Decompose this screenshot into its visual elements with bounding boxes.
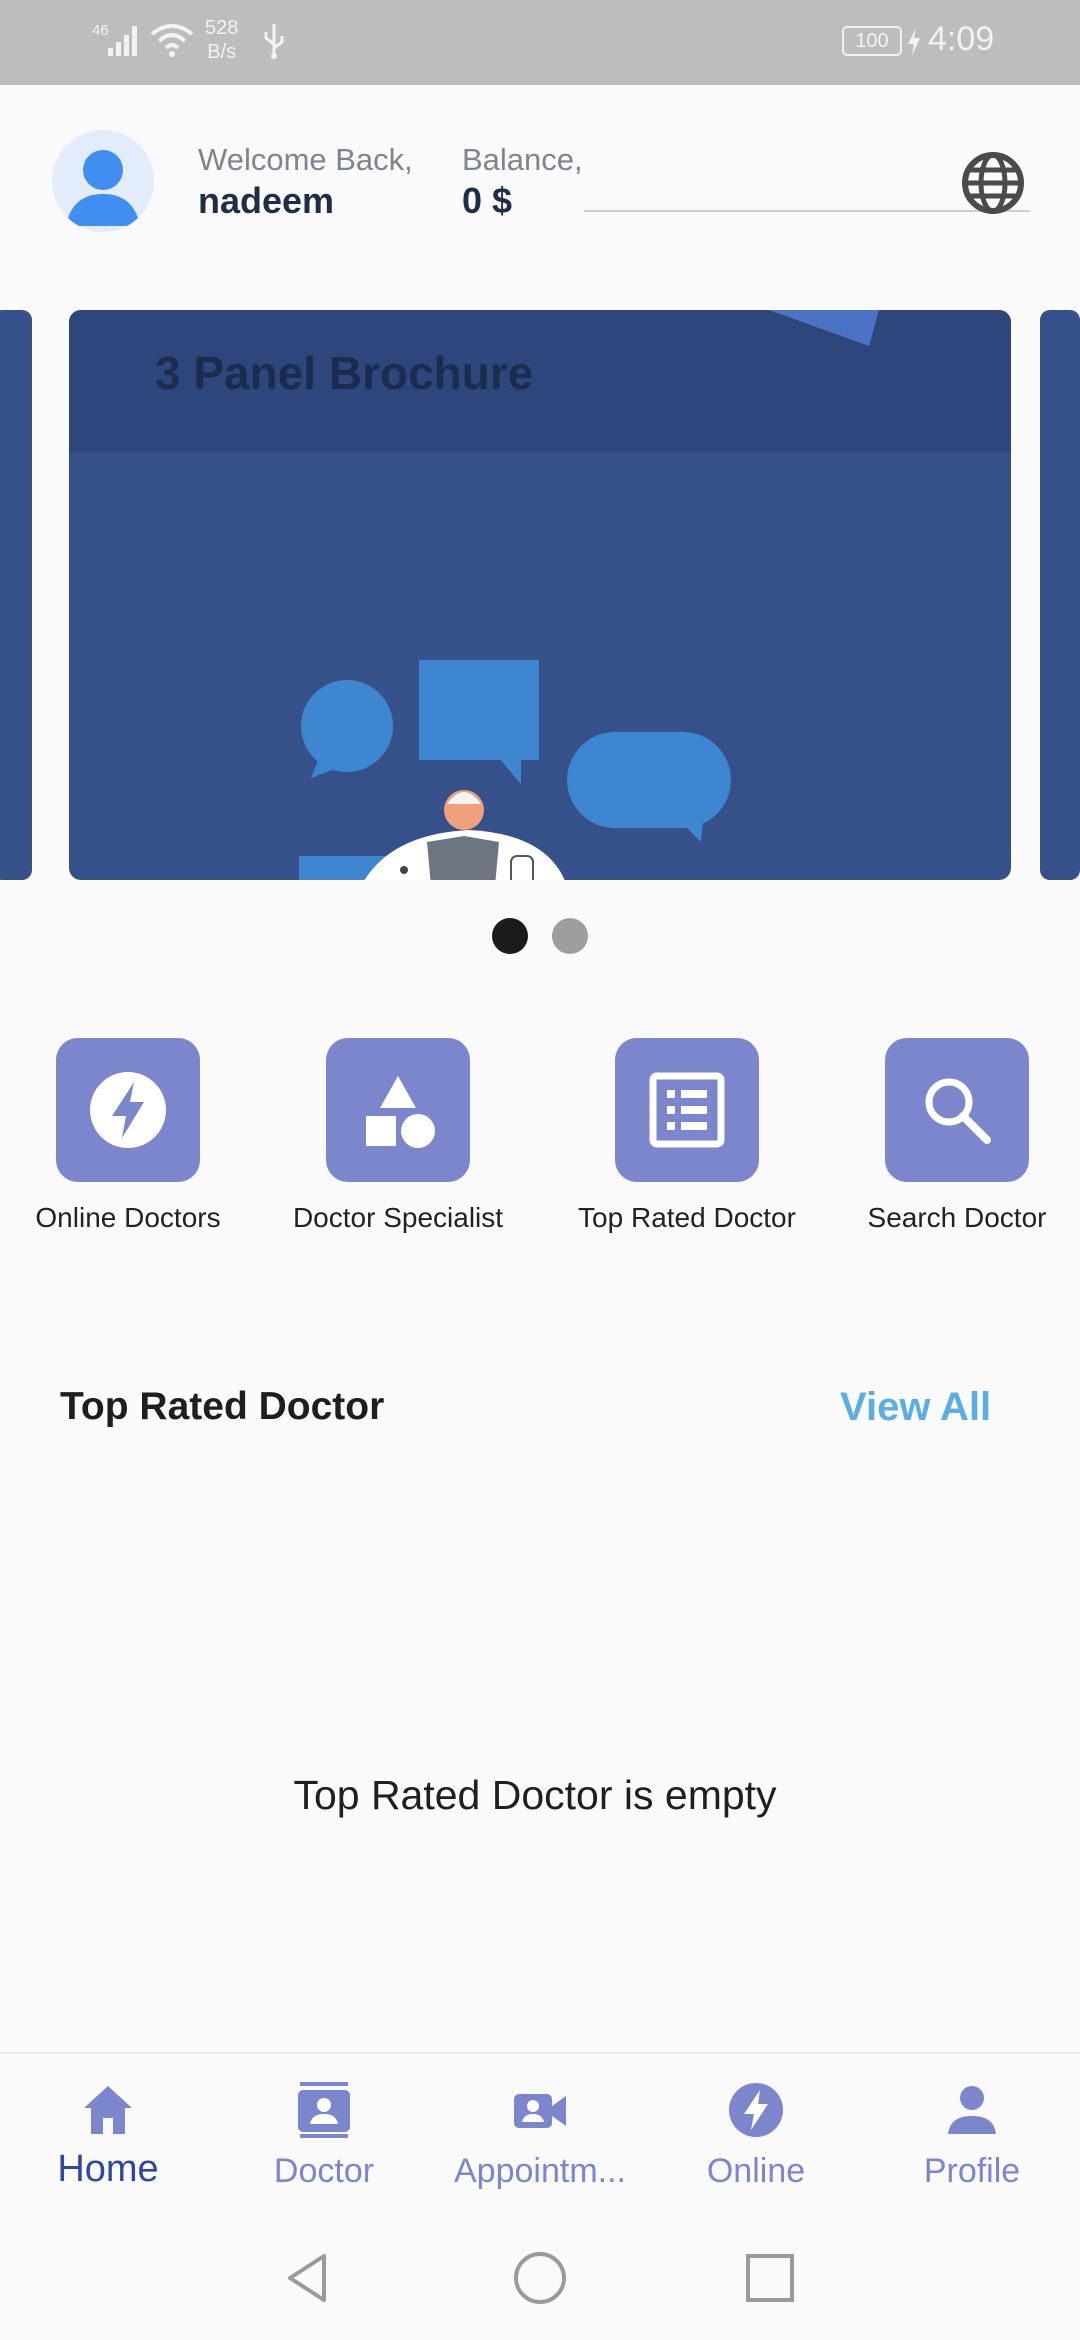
back-icon[interactable] [280,2250,336,2306]
view-all-link[interactable]: View All [840,1385,991,1430]
nav-label: Home [57,2148,159,2190]
quick-action-label: Search Doctor [867,1202,1047,1233]
wifi-icon [150,24,194,57]
search-doctor-button[interactable] [885,1038,1029,1182]
globe-icon[interactable] [960,150,1026,216]
carousel-prev-slide[interactable] [0,310,32,880]
home-icon [84,2086,132,2134]
balance-label: Balance, [462,142,583,177]
nav-label: Online [706,2152,806,2190]
usb-icon [264,24,284,59]
top-rated-doctor-button[interactable] [615,1038,759,1182]
carousel-next-slide[interactable] [1040,310,1080,880]
nav-profile[interactable]: Profile [872,2072,1072,2200]
carousel-dot[interactable] [552,918,588,954]
empty-state-text: Top Rated Doctor is empty [293,1772,777,1818]
nav-appointment[interactable]: Appointm... [440,2072,640,2200]
nav-label: Profile [923,2152,1021,2190]
lightning-icon [729,2083,783,2137]
carousel-slide[interactable]: 3 Panel Brochure [69,310,1011,880]
nav-label: Appointm... [454,2152,626,2190]
carousel-dot-active[interactable] [492,918,528,954]
section-title: Top Rated Doctor [60,1385,385,1428]
quick-action-label: Online Doctors [35,1202,221,1233]
quick-action-label: Doctor Specialist [292,1202,504,1233]
contact-card-icon [298,2082,350,2138]
online-doctors-button[interactable] [56,1038,200,1182]
list-icon [649,1072,725,1148]
username: nadeem [198,180,335,221]
search-icon [925,1078,991,1144]
nav-label: Doctor [273,2152,375,2190]
person-icon [66,150,140,226]
slide-title: 3 Panel Brochure [155,347,534,399]
nav-doctor[interactable]: Doctor [224,2072,424,2200]
video-camera-icon [514,2094,566,2128]
welcome-label: Welcome Back, [198,142,413,177]
network-speed: 528 B/s [205,17,239,63]
status-bar: 46 528 B/s 100 4:09 [0,0,1080,85]
quick-action-label: Top Rated Doctor [578,1202,796,1233]
lightning-icon [90,1072,166,1148]
recents-icon[interactable] [742,2250,798,2306]
nav-online[interactable]: Online [656,2072,856,2200]
shapes-icon [366,1076,435,1148]
balance-value: 0 $ [462,180,513,221]
nav-home[interactable]: Home [8,2072,208,2200]
person-icon [948,2086,996,2134]
clock: 4:09 [928,20,995,58]
charging-icon [908,28,920,56]
banner-corner-shape [769,310,879,346]
battery-indicator: 100 [842,26,902,56]
home-circle-icon[interactable] [512,2250,568,2306]
signal-icon [108,26,137,56]
avatar[interactable] [52,130,154,232]
doctor-specialist-button[interactable] [326,1038,470,1182]
system-navigation-bar [0,2212,1080,2340]
doctor-chat-illustration [299,660,731,880]
